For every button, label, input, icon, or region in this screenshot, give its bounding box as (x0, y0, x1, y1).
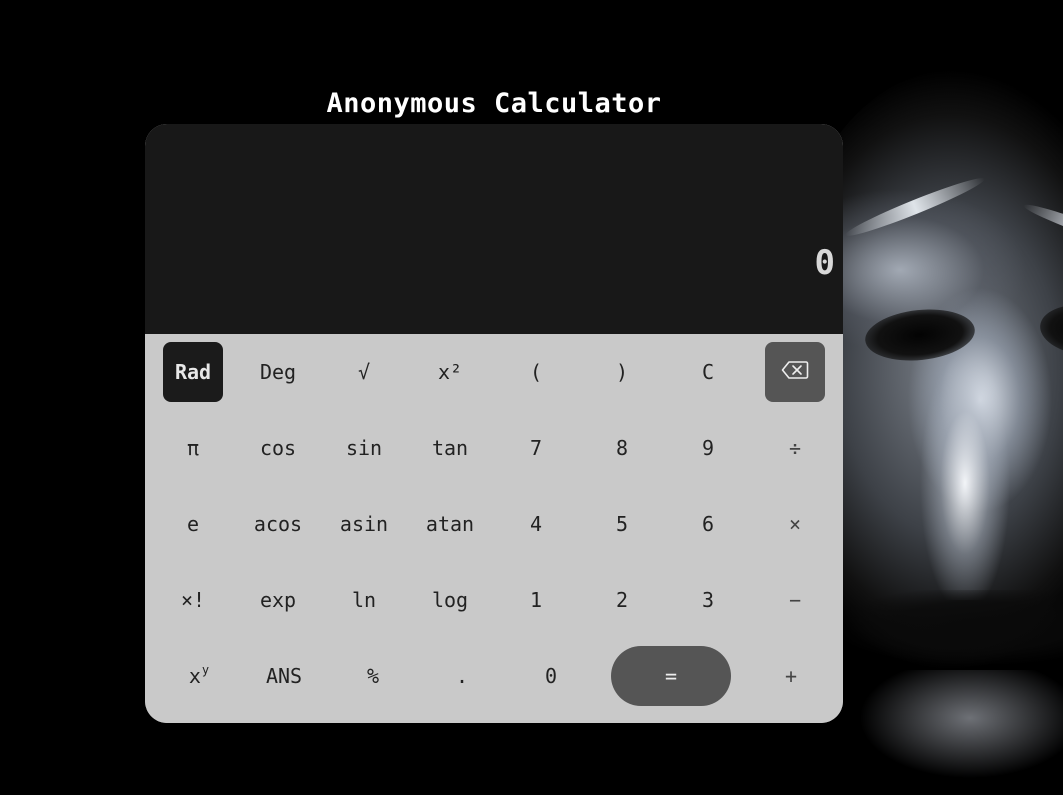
rad-button[interactable]: Rad (163, 342, 223, 402)
cos-button[interactable]: cos (248, 418, 308, 478)
power-exponent: y (201, 663, 210, 677)
equals-button[interactable]: = (611, 646, 731, 706)
acos-button[interactable]: acos (248, 494, 308, 554)
mask-nose (920, 340, 1010, 600)
log-button[interactable]: log (420, 570, 480, 630)
percent-button[interactable]: % (343, 646, 403, 706)
digit-6-button[interactable]: 6 (678, 494, 738, 554)
digit-8-button[interactable]: 8 (592, 418, 652, 478)
keypad: Rad Deg √ x² ( ) C π cos sin tan 7 8 9 ÷… (145, 334, 843, 723)
square-button[interactable]: x² (420, 342, 480, 402)
digit-0-button[interactable]: 0 (521, 646, 581, 706)
mask-mustache (830, 590, 1063, 680)
left-paren-button[interactable]: ( (506, 342, 566, 402)
right-paren-button[interactable]: ) (592, 342, 652, 402)
power-button[interactable]: xy (169, 646, 229, 706)
e-button[interactable]: e (163, 494, 223, 554)
backspace-button[interactable] (765, 342, 825, 402)
deg-button[interactable]: Deg (248, 342, 308, 402)
display-value: 0 (814, 243, 835, 283)
multiply-button[interactable]: × (765, 494, 825, 554)
calculator: 0 Rad Deg √ x² ( ) C π cos sin tan 7 8 9… (145, 124, 843, 723)
digit-7-button[interactable]: 7 (506, 418, 566, 478)
backspace-icon (781, 360, 809, 385)
pi-button[interactable]: π (163, 418, 223, 478)
tan-button[interactable]: tan (420, 418, 480, 478)
plus-button[interactable]: + (761, 646, 821, 706)
decimal-button[interactable]: . (432, 646, 492, 706)
divide-button[interactable]: ÷ (765, 418, 825, 478)
exp-button[interactable]: exp (248, 570, 308, 630)
sqrt-button[interactable]: √ (334, 342, 394, 402)
digit-4-button[interactable]: 4 (506, 494, 566, 554)
clear-button[interactable]: C (678, 342, 738, 402)
atan-button[interactable]: atan (420, 494, 480, 554)
digit-9-button[interactable]: 9 (678, 418, 738, 478)
factorial-button[interactable]: ×! (163, 570, 223, 630)
minus-button[interactable]: − (765, 570, 825, 630)
page: Anonymous Calculator 0 Rad Deg √ x² ( ) … (0, 0, 1063, 795)
ans-button[interactable]: ANS (254, 646, 314, 706)
asin-button[interactable]: asin (334, 494, 394, 554)
digit-3-button[interactable]: 3 (678, 570, 738, 630)
calculator-display: 0 (145, 124, 843, 334)
sin-button[interactable]: sin (334, 418, 394, 478)
ln-button[interactable]: ln (334, 570, 394, 630)
power-base: x (188, 664, 201, 688)
digit-5-button[interactable]: 5 (592, 494, 652, 554)
page-title: Anonymous Calculator (326, 88, 662, 119)
mask-chin (860, 670, 1063, 790)
digit-2-button[interactable]: 2 (592, 570, 652, 630)
digit-1-button[interactable]: 1 (506, 570, 566, 630)
